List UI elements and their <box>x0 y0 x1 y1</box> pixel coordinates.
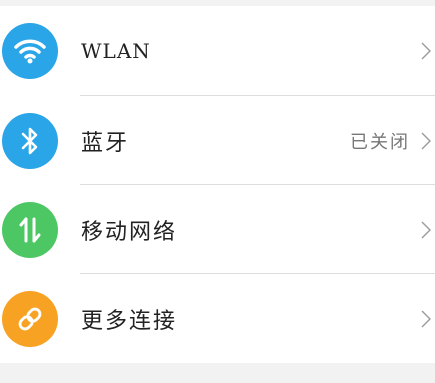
settings-item-label: 更多连接 <box>81 308 178 334</box>
link-icon <box>2 290 58 347</box>
settings-item-mobile-network[interactable]: 移动网络 <box>0 185 435 274</box>
settings-list: WLAN 蓝牙 已关闭 移动网络 更多连接 <box>0 6 435 363</box>
settings-item-label: 蓝牙 <box>81 130 130 156</box>
settings-item-wlan[interactable]: WLAN <box>0 6 435 96</box>
chevron-right-icon <box>421 221 431 238</box>
bluetooth-icon <box>2 112 58 169</box>
chevron-right-icon <box>421 42 431 60</box>
settings-item-label: 移动网络 <box>81 219 178 245</box>
settings-item-bluetooth[interactable]: 蓝牙 已关闭 <box>0 96 435 185</box>
wifi-icon <box>2 23 58 79</box>
status-value: 已关闭 <box>350 131 410 153</box>
bottom-spacer <box>0 364 435 383</box>
chevron-right-icon <box>421 310 431 327</box>
settings-item-more-connections[interactable]: 更多连接 <box>0 274 435 363</box>
mobile-data-icon <box>2 201 58 258</box>
settings-item-label: WLAN <box>81 39 151 63</box>
chevron-right-icon <box>421 132 431 149</box>
